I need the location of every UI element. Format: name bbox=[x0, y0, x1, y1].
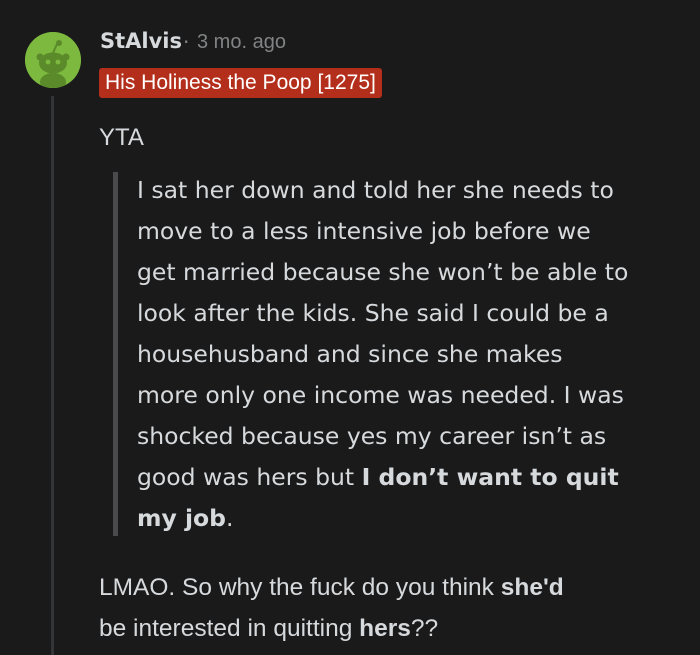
thread-collapse-line[interactable] bbox=[51, 96, 54, 655]
quote-line: I sat her down and told her she needs to bbox=[137, 176, 614, 204]
quote-text: good was hers but bbox=[137, 463, 362, 491]
body-bold-text: she'd bbox=[500, 574, 564, 601]
comment-card: StAlvis · 3 mo. ago His Holiness the Poo… bbox=[0, 0, 700, 655]
quote-line: good was hers but I don’t want to quit bbox=[137, 457, 685, 498]
body-text: ?? bbox=[410, 615, 439, 642]
body-text: LMAO. So why the fuck do you think bbox=[99, 574, 501, 601]
quote-text: . bbox=[226, 504, 234, 532]
quote-line: shocked because yes my career isn’t as bbox=[137, 422, 607, 450]
body-bold-text: hers bbox=[359, 615, 411, 642]
comment-body: LMAO. So why the fuck do you think she'd… bbox=[99, 567, 689, 649]
quote-line: move to a less intensive job before we bbox=[137, 217, 591, 245]
blockquote-bar bbox=[113, 172, 118, 536]
quote-bold-text: my job bbox=[137, 504, 227, 532]
comment-timestamp[interactable]: 3 mo. ago bbox=[197, 31, 286, 54]
quote-bold-text: I don’t want to quit bbox=[361, 463, 619, 491]
meta-separator: · bbox=[183, 30, 190, 54]
user-flair-badge: His Holiness the Poop [1275] bbox=[99, 68, 382, 98]
quote-line: look after the kids. She said I could be… bbox=[137, 299, 609, 327]
quote-line: get married because she won’t be able to bbox=[137, 258, 629, 286]
quote-line: househusband and since she makes bbox=[137, 340, 563, 368]
quote-line: more only one income was needed. I was bbox=[137, 381, 624, 409]
comment-verdict-text: YTA bbox=[99, 124, 144, 151]
username-link[interactable]: StAlvis bbox=[100, 29, 182, 53]
body-line: LMAO. So why the fuck do you think she'd bbox=[99, 567, 689, 608]
body-line: be interested in quitting hers?? bbox=[99, 608, 689, 649]
snoo-avatar-icon[interactable] bbox=[25, 32, 81, 88]
quote-line: my job. bbox=[137, 498, 685, 539]
body-text: be interested in quitting bbox=[99, 615, 360, 642]
comment-blockquote: I sat her down and told her she needs to… bbox=[137, 170, 685, 539]
